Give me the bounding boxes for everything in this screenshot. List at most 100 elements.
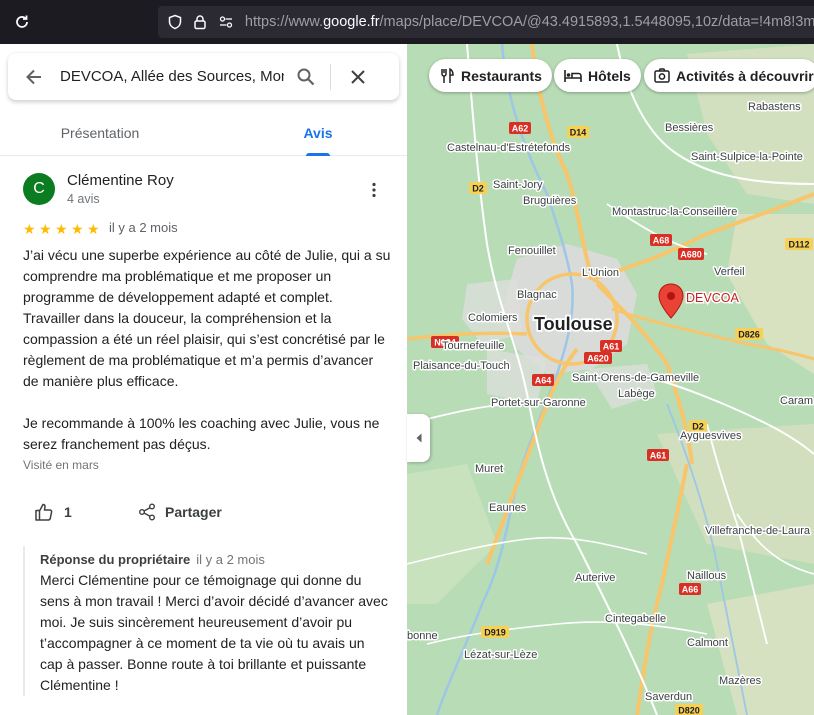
road-label: D2	[472, 184, 484, 194]
browser-toolbar: https://www.google.fr/maps/place/DEVCOA/…	[0, 0, 814, 44]
map-place-label: Rabastens	[748, 101, 801, 113]
tab-presentation[interactable]: Présentation	[52, 110, 148, 156]
marker-label[interactable]: DEVCOA	[685, 290, 741, 307]
road-label: A680	[680, 250, 702, 260]
road-label: D820	[678, 706, 700, 715]
back-button[interactable]	[8, 53, 60, 100]
lock-icon[interactable]	[190, 11, 212, 33]
map-place-label: Tournefeuille	[442, 340, 504, 352]
map-canvas[interactable]: A62 D14 D2 A68 A680 D112 D826 N124 A61 A…	[407, 44, 814, 715]
tab-avis[interactable]: Avis	[290, 110, 346, 156]
camera-icon	[654, 68, 670, 83]
map-place-label: Bruguières	[523, 195, 577, 207]
reviewer-review-count: 4 avis	[67, 192, 100, 206]
collapse-panel-button[interactable]	[407, 414, 430, 462]
chip-activites[interactable]: Activités à découvrir	[644, 59, 814, 92]
map-place-label: Labège	[618, 388, 655, 400]
star-icon: ★	[23, 221, 36, 237]
like-button[interactable]: 1	[34, 496, 72, 528]
more-options-button[interactable]	[360, 176, 388, 204]
map-place-label: Saverdun	[645, 691, 692, 703]
chip-label: Restaurants	[461, 67, 542, 84]
map-place-label: bonne	[407, 630, 438, 642]
road-label: A620	[587, 354, 609, 364]
road-label: D14	[570, 128, 587, 138]
map-place-label: Caram	[780, 395, 813, 407]
share-button[interactable]: Partager	[138, 496, 222, 528]
thumb-up-icon	[35, 503, 53, 521]
map-place-label: Cintegabelle	[605, 613, 666, 625]
map-place-label: Plaisance-du-Touch	[413, 360, 510, 372]
map-place-label: Castelnau-d'Estrétefonds	[447, 142, 571, 154]
close-button[interactable]	[333, 53, 383, 100]
road-label: D919	[484, 628, 506, 638]
arrow-left-icon	[26, 69, 41, 84]
search-button[interactable]	[284, 53, 328, 100]
chip-hotels[interactable]: Hôtels	[554, 59, 641, 92]
road-label: A68	[653, 236, 670, 246]
like-count: 1	[64, 504, 72, 520]
map-place-label: Portet-sur-Garonne	[491, 397, 586, 409]
map-place-label: Mazères	[719, 675, 762, 687]
chip-label: Hôtels	[588, 67, 631, 84]
chip-label: Activités à découvrir	[676, 67, 814, 84]
search-divider	[330, 63, 331, 90]
road-label: A61	[650, 451, 667, 461]
hotel-icon	[564, 69, 582, 83]
visited-date: Visité en mars	[23, 458, 99, 472]
owner-reply-text: Merci Clémentine pour ce témoignage qui …	[40, 572, 388, 693]
review-text: J’ai vécu une superbe expérience au côté…	[23, 247, 391, 452]
more-vert-icon	[372, 182, 376, 198]
map-place-label: Saint-Orens-de-Gameville	[572, 372, 699, 384]
panel-tabs: Présentation Avis	[0, 110, 407, 156]
map-place-label: Blagnac	[517, 289, 557, 301]
star-icon: ★	[55, 221, 68, 237]
road-label: A66	[682, 585, 699, 595]
map-svg: A62 D14 D2 A68 A680 D112 D826 N124 A61 A…	[407, 44, 814, 715]
star-icon: ★	[87, 221, 100, 237]
review-date: il y a 2 mois	[109, 220, 178, 235]
road-label: D112	[788, 240, 809, 250]
place-marker-icon[interactable]	[658, 283, 684, 319]
restaurant-icon	[439, 67, 455, 84]
chevron-left-icon	[416, 433, 421, 443]
map-place-label: Fenouillet	[508, 245, 556, 257]
rating-stars: ★ ★ ★ ★ ★	[23, 221, 103, 237]
map-place-label: Saint-Sulpice-la-Pointe	[691, 151, 803, 163]
reload-icon	[16, 15, 28, 28]
map-place-label: Montastruc-la-Conseillère	[612, 206, 737, 218]
map-place-label: Eaunes	[489, 502, 527, 514]
share-icon	[139, 503, 155, 521]
owner-reply-date: il y a 2 mois	[196, 552, 265, 567]
url-text: https://www.google.fr/maps/place/DEVCOA/…	[244, 14, 814, 30]
map-place-label: Calmont	[687, 637, 728, 649]
map-place-label: Naillous	[687, 570, 727, 582]
url-bar[interactable]: https://www.google.fr/maps/place/DEVCOA/…	[158, 6, 814, 38]
owner-reply: Réponse du propriétaire il y a 2 mois Mer…	[23, 546, 393, 696]
map-place-label: Saint-Jory	[493, 179, 543, 191]
owner-reply-header: Réponse du propriétaire il y a 2 mois	[40, 552, 393, 567]
owner-reply-title: Réponse du propriétaire	[40, 552, 191, 567]
star-icon: ★	[39, 221, 52, 237]
shield-icon[interactable]	[164, 11, 186, 33]
chip-restaurants[interactable]: Restaurants	[429, 59, 552, 92]
reload-button[interactable]	[0, 0, 44, 44]
road-label: D826	[738, 330, 760, 340]
close-icon	[351, 69, 365, 84]
map-place-label: L'Union	[582, 267, 619, 279]
map-place-label: Auterive	[575, 572, 615, 584]
map-place-label: Verfeil	[714, 266, 745, 278]
search-input[interactable]	[60, 61, 284, 92]
map-place-label: Bessières	[665, 122, 714, 134]
place-panel: Présentation Avis C Clémentine Roy 4 avi…	[0, 44, 407, 715]
map-city-label: Toulouse	[534, 314, 613, 334]
map-place-label: Colomiers	[468, 312, 518, 324]
permissions-icon[interactable]	[215, 11, 237, 33]
avatar[interactable]: C	[23, 173, 55, 205]
road-label: A62	[512, 124, 529, 134]
search-box	[8, 53, 399, 100]
search-icon	[297, 68, 315, 85]
road-label: A64	[535, 376, 552, 386]
reviewer-name[interactable]: Clémentine Roy	[67, 172, 174, 189]
active-tab-indicator	[306, 153, 330, 156]
